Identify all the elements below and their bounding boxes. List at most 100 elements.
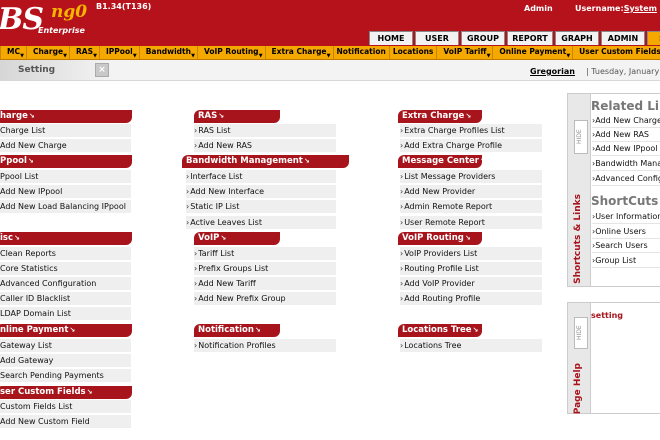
tab-report[interactable]: REPORT xyxy=(507,31,553,45)
arrow-icon: ↘ xyxy=(220,234,227,242)
link-label: Add New Interface xyxy=(190,187,265,196)
panel-title: isc xyxy=(0,233,14,243)
link-add-new-ippool[interactable]: Add New IPpool xyxy=(0,185,131,199)
link-extra-charge-profiles-list[interactable]: ›Extra Charge Profiles List xyxy=(400,124,542,138)
bullet-icon: › xyxy=(400,218,404,227)
link-charge-list[interactable]: Charge List xyxy=(0,124,131,138)
link-label: Add Extra Charge Profile xyxy=(404,141,503,150)
side-link-label: Add New IPpool xyxy=(595,144,658,153)
panel-title: Extra Charge xyxy=(402,111,465,121)
link-add-voip-provider[interactable]: ›Add VoIP Provider xyxy=(400,277,542,291)
panel-title: VoIP xyxy=(198,233,220,243)
link-active-leaves-list[interactable]: ›Active Leaves List xyxy=(186,216,336,230)
menu-voip-routing-label: VoIP Routing xyxy=(203,47,259,56)
tab-home[interactable]: HOME xyxy=(369,31,413,45)
link-prefix-groups-list[interactable]: ›Prefix Groups List xyxy=(194,262,336,276)
menu-mc[interactable]: MC ▼ xyxy=(1,46,27,59)
link-advanced-configuration[interactable]: Advanced Configuration xyxy=(0,277,131,291)
link-list-message-providers[interactable]: ›List Message Providers xyxy=(400,170,542,184)
panel-bandwidth-header: Bandwidth Management↘ xyxy=(182,155,349,168)
link-label: LDAP Domain List xyxy=(0,309,71,318)
link-label: Add New Load Balancing IPpool xyxy=(0,202,126,211)
link-custom-fields-list[interactable]: Custom Fields List xyxy=(0,400,131,414)
link-label: Caller ID Blacklist xyxy=(0,294,71,303)
tab-graph[interactable]: GRAPH xyxy=(555,31,599,45)
bullet-icon: › xyxy=(186,202,190,211)
close-icon[interactable]: × xyxy=(95,63,109,77)
tab-setting[interactable]: S xyxy=(647,31,660,45)
hide-help-button[interactable]: HIDE xyxy=(574,317,588,349)
link-add-new-interface[interactable]: ›Add New Interface xyxy=(186,185,336,199)
link-label: Active Leaves List xyxy=(190,218,262,227)
shortcut-user-information[interactable]: ›User Information xyxy=(592,210,660,224)
side-link-bandwidth[interactable]: ›Bandwidth Manag xyxy=(592,157,660,171)
menu-notification[interactable]: Notification xyxy=(334,46,390,59)
link-search-pending-payments[interactable]: Search Pending Payments xyxy=(0,369,131,383)
link-label: List Message Providers xyxy=(404,172,496,181)
link-core-statistics[interactable]: Core Statistics xyxy=(0,262,131,276)
side-link-add-new-ippool[interactable]: ›Add New IPpool xyxy=(592,142,660,156)
menu-user-custom-fields[interactable]: User Custom Fields▼ xyxy=(573,46,660,59)
menu-online-payment[interactable]: Online Payment ▼ xyxy=(493,46,574,59)
link-add-new-ras[interactable]: ›Add New RAS xyxy=(194,139,336,153)
menu-user-custom-fields-label: User Custom Fields xyxy=(579,47,660,56)
menu-ras[interactable]: RAS ▼ xyxy=(70,46,101,59)
link-gateway-list[interactable]: Gateway List xyxy=(0,339,131,353)
shortcut-online-users[interactable]: ›Online Users xyxy=(592,225,660,239)
hide-shortcuts-button[interactable]: HIDE xyxy=(574,120,588,154)
link-label: Advanced Configuration xyxy=(0,279,97,288)
side-link-advanced-config[interactable]: ›Advanced Configu xyxy=(592,172,660,186)
link-tariff-list[interactable]: ›Tariff List xyxy=(194,247,336,261)
link-label: Add Gateway xyxy=(0,356,54,365)
link-label: Tariff List xyxy=(198,249,235,258)
link-label: Clean Reports xyxy=(0,249,56,258)
shortcuts-vertical-title: Shortcuts & Links xyxy=(573,194,583,284)
bullet-icon: › xyxy=(400,249,404,258)
link-add-extra-charge-profile[interactable]: ›Add Extra Charge Profile xyxy=(400,139,542,153)
menu-extra-charge[interactable]: Extra Charge ▼ xyxy=(266,46,334,59)
admin-link[interactable]: Admin xyxy=(524,4,553,13)
menu-bandwidth[interactable]: Bandwidth ▼ xyxy=(140,46,198,59)
username-area: Username:System xyxy=(575,4,657,13)
link-add-routing-profile[interactable]: ›Add Routing Profile xyxy=(400,292,542,306)
link-locations-tree[interactable]: ›Locations Tree xyxy=(400,339,542,353)
link-add-new-tariff[interactable]: ›Add New Tariff xyxy=(194,277,336,291)
tab-user[interactable]: USER xyxy=(415,31,459,45)
link-add-gateway[interactable]: Add Gateway xyxy=(0,354,131,368)
bullet-icon: › xyxy=(194,341,198,350)
link-ldap-domain-list[interactable]: LDAP Domain List xyxy=(0,307,131,321)
link-add-new-prefix-group[interactable]: ›Add New Prefix Group xyxy=(194,292,336,306)
arrow-icon: ↘ xyxy=(69,326,76,334)
link-add-new-provider[interactable]: ›Add New Provider xyxy=(400,185,542,199)
side-link-add-new-ras[interactable]: ›Add New RAS xyxy=(592,128,660,142)
shortcut-group-list[interactable]: ›Group List xyxy=(592,254,660,268)
link-voip-providers-list[interactable]: ›VoIP Providers List xyxy=(400,247,542,261)
panel-title: ser Custom Fields xyxy=(0,387,86,397)
link-ippool-list[interactable]: Ppool List xyxy=(0,170,131,184)
link-caller-id-blacklist[interactable]: Caller ID Blacklist xyxy=(0,292,131,306)
calendar-type-link[interactable]: Gregorian xyxy=(530,67,575,76)
link-static-ip-list[interactable]: ›Static IP List xyxy=(186,200,336,214)
username-link[interactable]: System xyxy=(624,4,657,13)
link-add-new-charge[interactable]: Add New Charge xyxy=(0,139,131,153)
link-routing-profile-list[interactable]: ›Routing Profile List xyxy=(400,262,542,276)
link-add-load-balancing-ippool[interactable]: Add New Load Balancing IPpool xyxy=(0,200,131,214)
menu-ippool[interactable]: IPPool ▼ xyxy=(100,46,140,59)
side-link-add-new-charge[interactable]: ›Add New Charge xyxy=(592,114,660,128)
panel-title: harge xyxy=(0,111,28,121)
username-label: Username: xyxy=(575,4,624,13)
shortcut-search-users[interactable]: ›Search Users xyxy=(592,239,660,253)
tab-admin[interactable]: ADMIN xyxy=(601,31,645,45)
menu-locations[interactable]: Locations xyxy=(390,46,438,59)
tab-group[interactable]: GROUP xyxy=(461,31,505,45)
menu-voip-tariff[interactable]: VoIP Tariff ▼ xyxy=(437,46,494,59)
link-admin-remote-report[interactable]: ›Admin Remote Report xyxy=(400,200,542,214)
link-notification-profiles[interactable]: ›Notification Profiles xyxy=(194,339,336,353)
link-ras-list[interactable]: ›RAS List xyxy=(194,124,336,138)
menu-voip-routing[interactable]: VoIP Routing ▼ xyxy=(198,46,266,59)
link-clean-reports[interactable]: Clean Reports xyxy=(0,247,131,261)
link-interface-list[interactable]: ›Interface List xyxy=(186,170,336,184)
link-user-remote-report[interactable]: ›User Remote Report xyxy=(400,216,542,230)
menu-charge[interactable]: Charge ▼ xyxy=(27,46,71,59)
link-add-new-custom-field[interactable]: Add New Custom Field xyxy=(0,415,131,429)
